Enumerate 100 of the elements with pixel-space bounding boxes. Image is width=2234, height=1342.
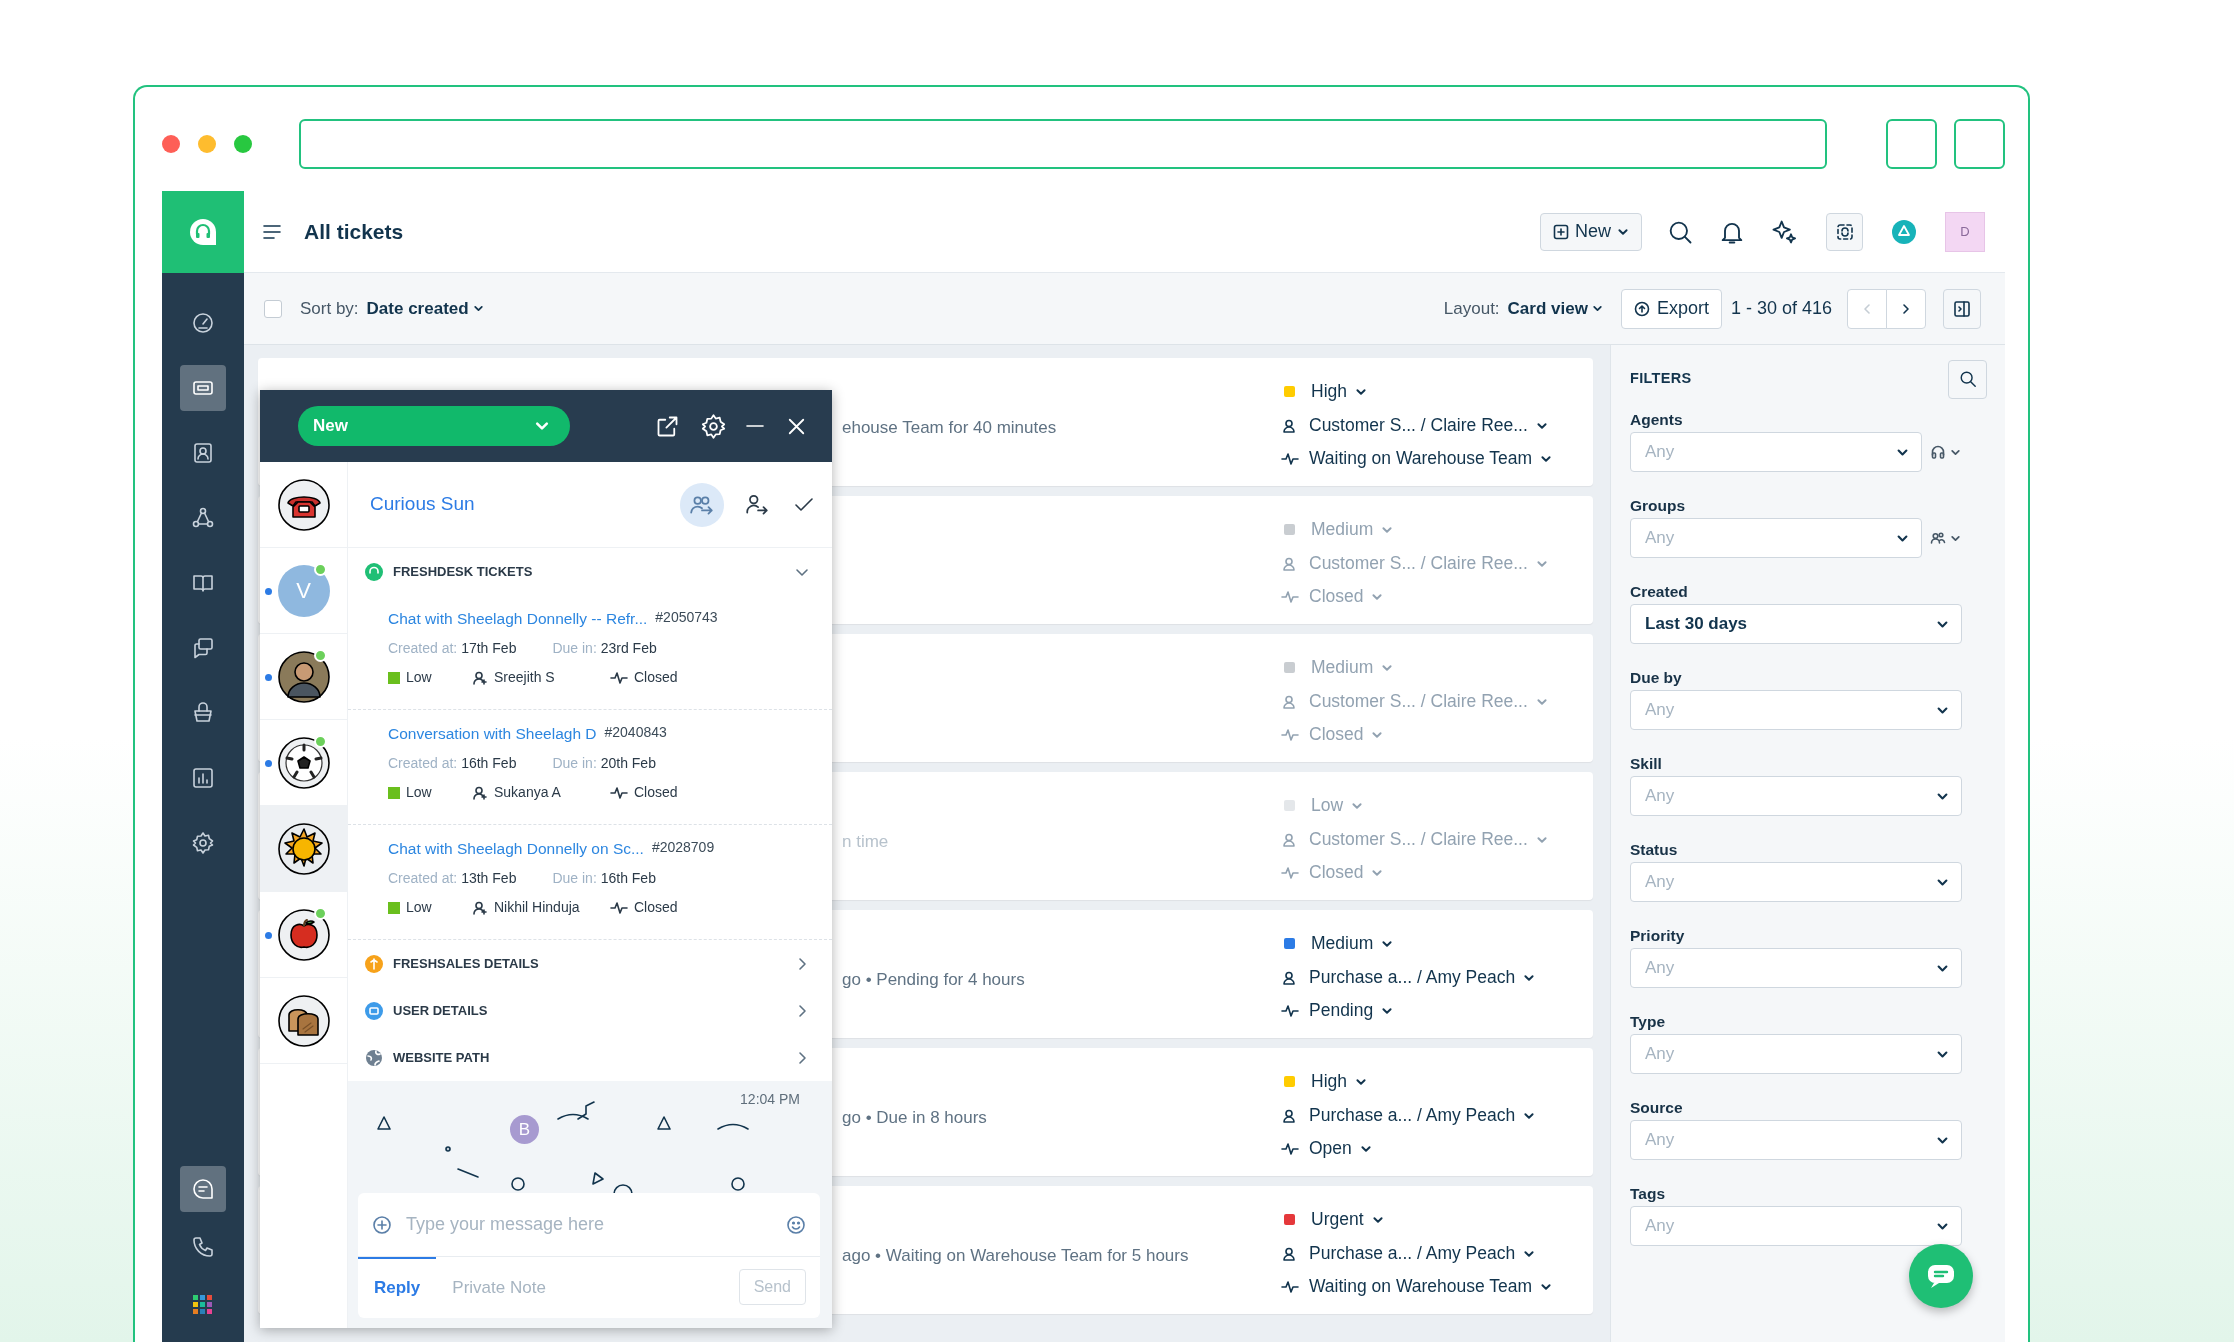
status-dropdown[interactable]: Closed xyxy=(1309,721,1384,748)
message-time: 12:04 PM xyxy=(740,1090,800,1109)
settings-button[interactable] xyxy=(700,412,727,440)
layout-dropdown[interactable]: Card view xyxy=(1507,295,1603,322)
ticket-meta: go • Pending for 4 hours xyxy=(842,970,1025,989)
dropdown-field[interactable]: Any xyxy=(1630,432,1922,472)
close-window-dot[interactable] xyxy=(162,135,180,153)
priority-dropdown[interactable]: High xyxy=(1311,1068,1367,1095)
agent-dropdown[interactable]: Customer S... / Claire Ree... xyxy=(1309,826,1548,853)
dropdown-field[interactable]: Any xyxy=(1630,690,1962,730)
dropdown-field[interactable]: Any xyxy=(1630,1034,1962,1074)
phone-icon xyxy=(191,1235,215,1259)
contact-item[interactable] xyxy=(260,892,347,978)
contact-item[interactable] xyxy=(260,978,347,1064)
agent-filter-dropdown[interactable] xyxy=(1930,444,1961,460)
globe-icon xyxy=(364,1047,384,1068)
new-button[interactable]: New xyxy=(1540,212,1642,251)
contact-item[interactable] xyxy=(260,806,347,892)
ticket-meta: n time xyxy=(842,832,889,851)
dropdown-field[interactable]: Any xyxy=(1630,1206,1962,1246)
agent-dropdown[interactable]: Purchase a... / Amy Peach xyxy=(1309,964,1536,991)
caret-icon xyxy=(1591,303,1603,314)
online-indicator xyxy=(314,649,327,662)
composer-tab[interactable]: Private Note xyxy=(436,1256,562,1317)
unread-indicator xyxy=(265,932,272,939)
status-dropdown[interactable]: Open xyxy=(1309,1135,1372,1162)
group-filter-dropdown[interactable] xyxy=(1930,530,1961,546)
dropdown-field[interactable]: Any xyxy=(1630,1120,1962,1160)
field-label: Priority xyxy=(1630,926,1686,946)
triangle-logo-icon xyxy=(1891,218,1917,245)
emoji-icon xyxy=(786,1214,806,1235)
activity-icon xyxy=(1281,864,1299,881)
status-dropdown[interactable]: Pending xyxy=(1309,997,1394,1024)
field-label: Groups xyxy=(1630,496,1687,516)
ticket-link[interactable]: Chat with Sheelagh Donnelly on Sc... xyxy=(388,837,644,861)
minimize-window-dot[interactable] xyxy=(197,135,216,153)
settings-icon xyxy=(191,831,215,855)
dropdown-field[interactable]: Any xyxy=(1630,948,1962,988)
sidebar-item[interactable] xyxy=(180,1166,226,1212)
due-date: Due in: 23rd Feb xyxy=(552,639,657,659)
agent-dropdown[interactable]: Purchase a... / Amy Peach xyxy=(1309,1240,1536,1267)
contact-item[interactable] xyxy=(260,720,347,806)
activity-icon xyxy=(1281,588,1299,605)
priority-indicator xyxy=(388,786,400,799)
field-label: Agents xyxy=(1630,410,1684,430)
priority-dropdown[interactable]: Medium xyxy=(1311,516,1394,543)
export-icon xyxy=(1633,300,1650,317)
message-input[interactable]: Type your message here xyxy=(404,1210,774,1239)
status-dropdown[interactable]: Closed xyxy=(1309,859,1384,886)
status-dropdown[interactable]: Waiting on Warehouse Team xyxy=(1309,445,1553,472)
select-all-checkbox[interactable] xyxy=(264,299,282,318)
composer-tab[interactable]: Reply xyxy=(358,1256,437,1317)
status-label: Closed xyxy=(634,783,678,803)
dropdown-field[interactable]: Any xyxy=(1630,776,1962,816)
settings-icon xyxy=(700,412,727,440)
priority-dropdown[interactable]: Medium xyxy=(1311,654,1394,681)
agent-icon xyxy=(1281,555,1297,572)
page-title: All tickets xyxy=(304,218,404,245)
bread-icon xyxy=(277,994,330,1047)
contact-item[interactable] xyxy=(260,462,347,548)
contact-item[interactable]: V xyxy=(260,548,347,634)
dropdown-field[interactable]: Any xyxy=(1630,862,1962,902)
assign-group-button[interactable] xyxy=(680,482,724,527)
contact-item[interactable] xyxy=(260,634,347,720)
agent-dropdown[interactable]: Customer S... / Claire Ree... xyxy=(1309,688,1548,715)
user-avatar[interactable]: D xyxy=(1945,211,1985,252)
search-button[interactable] xyxy=(1948,359,1987,399)
priority-dropdown[interactable]: Low xyxy=(1311,792,1364,819)
sort-dropdown[interactable]: Date created xyxy=(366,295,484,322)
export-button[interactable]: Export xyxy=(1620,288,1722,329)
field-label: Skill xyxy=(1630,754,1663,774)
status-dropdown[interactable]: Waiting on Warehouse Team xyxy=(1309,1273,1553,1300)
status-dropdown[interactable]: New xyxy=(298,406,570,446)
agent-dropdown[interactable]: Purchase a... / Amy Peach xyxy=(1309,1102,1536,1129)
agent-icon xyxy=(1281,417,1297,434)
unread-indicator xyxy=(265,760,272,767)
panel-toggle-button[interactable] xyxy=(1943,288,1981,329)
ticket-link[interactable]: Conversation with Sheelagh D xyxy=(388,722,597,746)
minimize-button[interactable] xyxy=(746,424,764,428)
agent-dropdown[interactable]: Customer S... / Claire Ree... xyxy=(1309,412,1548,439)
chat-bubbles-icon xyxy=(191,636,215,660)
apple-icon xyxy=(277,908,330,961)
dropdown-field[interactable]: Last 30 days xyxy=(1630,604,1962,644)
maximize-window-dot[interactable] xyxy=(233,135,252,153)
sidebar-item[interactable] xyxy=(180,365,226,411)
priority-dropdown[interactable]: High xyxy=(1311,378,1367,405)
status-dropdown[interactable]: Closed xyxy=(1309,583,1384,610)
agent-icon xyxy=(1281,1107,1297,1124)
user-card-icon xyxy=(364,1000,384,1021)
dropdown-field[interactable]: Any xyxy=(1630,518,1922,558)
priority-dropdown[interactable]: Urgent xyxy=(1311,1206,1384,1233)
sync-button[interactable] xyxy=(1826,212,1863,251)
online-indicator xyxy=(314,563,327,576)
agent-icon xyxy=(1281,693,1297,710)
ticket-meta: go • Due in 8 hours xyxy=(842,1108,987,1127)
agent-dropdown[interactable]: Customer S... / Claire Ree... xyxy=(1309,550,1548,577)
field-label: Type xyxy=(1630,1012,1667,1032)
agent-icon xyxy=(1281,831,1297,848)
priority-dropdown[interactable]: Medium xyxy=(1311,930,1394,957)
sort-label: Sort by: xyxy=(300,297,359,320)
